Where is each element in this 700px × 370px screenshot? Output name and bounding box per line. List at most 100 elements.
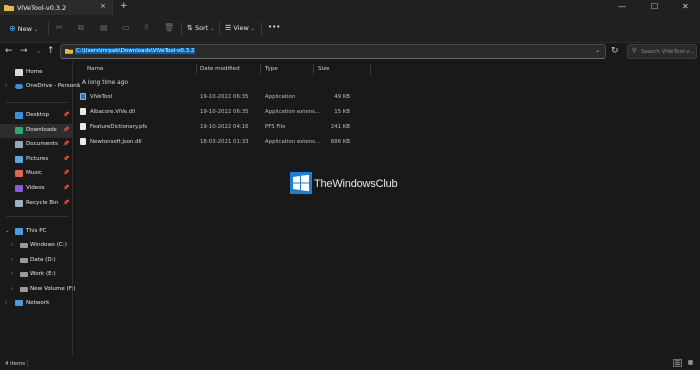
dll-file-icon [80, 108, 86, 115]
drive-icon [20, 272, 28, 277]
sidebar-item-drive[interactable]: › New Volume (F:) [0, 283, 76, 297]
chevron-down-icon: ⌄ [210, 26, 215, 32]
separator [181, 22, 182, 35]
address-row: ← → ⌄ ↑ C:\Users\mrpab\Downloads\ViVeToo… [0, 43, 700, 61]
pin-icon[interactable]: 📌 [63, 112, 69, 118]
column-header-size[interactable]: Size [318, 66, 329, 72]
chevron-right-icon[interactable]: › [11, 286, 13, 292]
separator [261, 22, 262, 35]
command-bar: ⊕ New ⌄ ✂ ⧉ ▤ ▭ ⇪ 🗑 ⇅ Sort ⌄ ☰ View ⌄ ••• [0, 15, 700, 43]
chevron-right-icon[interactable]: › [11, 242, 13, 248]
divider [6, 216, 68, 217]
chevron-right-icon[interactable]: › [11, 271, 13, 277]
up-arrow-icon[interactable]: ↑ [47, 46, 55, 56]
refresh-icon[interactable]: ↻ [611, 46, 619, 56]
column-header-date[interactable]: Date modified [200, 66, 240, 72]
sidebar-item-label: Network [26, 300, 50, 306]
view-label: View [233, 24, 249, 32]
column-divider[interactable] [313, 64, 314, 75]
sidebar-item-label: New Volume (F:) [30, 285, 76, 292]
sidebar-item-downloads[interactable]: Downloads 📌 [0, 123, 72, 138]
desktop-icon [15, 112, 23, 119]
sidebar-item-documents[interactable]: Documents 📌 [0, 138, 72, 152]
sidebar-item-label: Data (D:) [30, 256, 56, 263]
file-size: 49 KB [334, 94, 350, 100]
address-bar[interactable]: C:\Users\mrpab\Downloads\ViVeTool-v0.3.2… [60, 44, 606, 59]
column-divider[interactable] [370, 64, 371, 75]
address-path[interactable]: C:\Users\mrpab\Downloads\ViVeTool-v0.3.2 [75, 48, 196, 54]
details-view-icon[interactable]: ☰ [673, 359, 682, 367]
back-arrow-icon[interactable]: ← [5, 46, 13, 56]
column-header-name[interactable]: Name [87, 66, 104, 72]
cut-icon[interactable]: ✂ [56, 23, 63, 32]
file-row[interactable]: ViVeTool 19-10-2022 06:35 Application 49 KB [74, 90, 414, 104]
sidebar-item-onedrive[interactable]: › OneDrive - Persona [0, 80, 80, 94]
music-icon [15, 170, 23, 178]
chevron-right-icon[interactable]: › [5, 83, 7, 89]
sidebar-item-desktop[interactable]: Desktop 📌 [0, 109, 72, 123]
close-window-button[interactable]: ✕ [682, 2, 689, 11]
sidebar-item-music[interactable]: Music 📌 [0, 167, 72, 181]
search-icon: ⚲ [632, 47, 637, 54]
folder-icon [4, 5, 14, 11]
pin-icon[interactable]: 📌 [63, 170, 69, 176]
pin-icon[interactable]: 📌 [63, 127, 69, 133]
sort-icon: ⇅ [187, 24, 193, 32]
file-row[interactable]: FeatureDictionary.pfs 19-10-2022 04:16 PFS… [74, 120, 414, 134]
sort-label: Sort [194, 24, 209, 32]
tab-close-button[interactable]: × [100, 2, 106, 10]
copy-icon[interactable]: ⧉ [78, 23, 84, 33]
search-input[interactable] [641, 46, 695, 57]
documents-icon [15, 141, 23, 149]
pin-icon[interactable]: 📌 [63, 156, 69, 162]
rename-icon[interactable]: ▭ [122, 23, 130, 32]
view-button[interactable]: ☰ View ⌄ [225, 24, 255, 32]
sort-button[interactable]: ⇅ Sort ⌄ [187, 24, 214, 32]
column-divider[interactable] [196, 64, 197, 75]
group-header[interactable]: ⌄ A long time ago [76, 80, 128, 86]
file-row[interactable]: Albacore.ViVe.dll 19-10-2022 06:35 Applica… [74, 105, 414, 119]
recent-locations-icon[interactable]: ⌄ [36, 48, 41, 55]
tab-vivetool[interactable]: ViVeTool-v0.3.2 × [0, 0, 113, 15]
maximize-button[interactable]: ☐ [651, 2, 658, 11]
paste-icon[interactable]: ▤ [100, 23, 108, 32]
sidebar-item-label: Pictures [26, 155, 49, 162]
share-icon[interactable]: ⇪ [143, 23, 150, 32]
sidebar-item-network[interactable]: › Network [0, 297, 72, 311]
file-type: PFS File [265, 124, 286, 130]
column-divider[interactable] [260, 64, 261, 75]
tiles-view-icon[interactable]: ▦ [686, 359, 695, 367]
delete-icon[interactable]: 🗑 [164, 23, 174, 32]
sidebar-item-drive[interactable]: › Windows (C:) [0, 239, 72, 253]
search-box[interactable]: ⚲ [627, 44, 697, 59]
sidebar-item-drive[interactable]: › Work (E:) [0, 268, 72, 282]
new-button[interactable]: ⊕ New ⌄ [9, 24, 38, 33]
sidebar-item-recycle-bin[interactable]: Recycle Bin 📌 [0, 197, 72, 211]
file-name: ViVeTool [90, 94, 113, 100]
chevron-down-icon: ⌄ [250, 26, 255, 32]
sidebar-item-label: This PC [26, 228, 47, 234]
chevron-right-icon[interactable]: › [5, 300, 7, 306]
drive-icon [20, 243, 28, 248]
more-options-button[interactable]: ••• [268, 23, 280, 31]
file-size: 241 KB [330, 124, 350, 130]
chevron-down-icon[interactable]: ⌄ [5, 228, 10, 234]
column-header-type[interactable]: Type [265, 66, 278, 72]
file-row[interactable]: Newtonsoft.Json.dll 18-03-2021 01:33 Appli… [74, 135, 414, 149]
file-type: Application [265, 94, 296, 100]
pin-icon[interactable]: 📌 [63, 185, 69, 191]
new-tab-button[interactable]: + [120, 1, 128, 11]
sidebar-item-videos[interactable]: Videos 📌 [0, 182, 72, 196]
group-label: A long time ago [82, 80, 128, 86]
downloads-icon [15, 126, 23, 134]
chevron-right-icon[interactable]: › [11, 257, 13, 263]
chevron-down-icon[interactable]: ⌄ [595, 47, 600, 54]
forward-arrow-icon[interactable]: → [20, 46, 28, 56]
sidebar-item-this-pc[interactable]: ⌄ This PC [0, 225, 72, 239]
sidebar-item-pictures[interactable]: Pictures 📌 [0, 153, 72, 167]
sidebar-item-home[interactable]: Home [0, 66, 72, 80]
sidebar-item-drive[interactable]: › Data (D:) [0, 254, 72, 268]
pin-icon[interactable]: 📌 [63, 200, 69, 206]
pin-icon[interactable]: 📌 [63, 141, 69, 147]
minimize-button[interactable]: — [618, 2, 626, 11]
